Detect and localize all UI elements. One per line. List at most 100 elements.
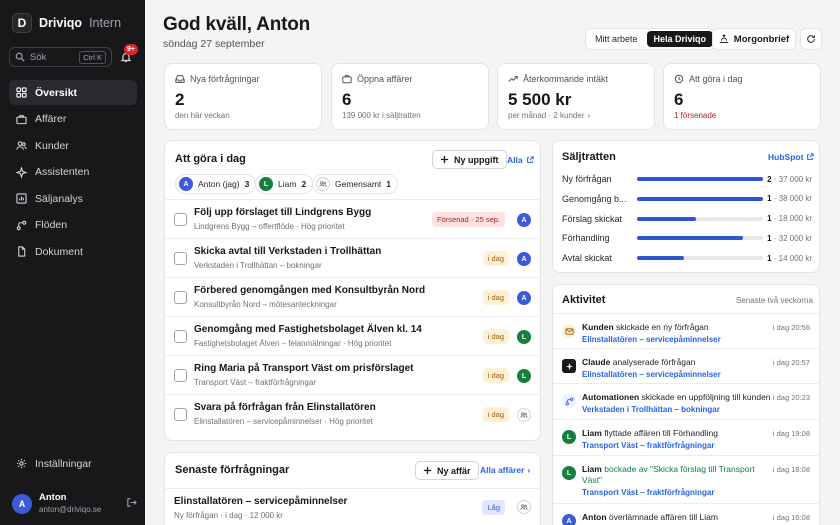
funnel-bar-track <box>637 177 763 181</box>
sidebar-item-saljanalys[interactable]: Säljanalys <box>9 186 137 211</box>
task-subtitle: Elinstallatören – servicepåminnelser · H… <box>194 417 373 426</box>
activity-item[interactable]: A Anton överlämnade affären till Liam i … <box>552 503 820 525</box>
brand-name: Driviqo <box>39 16 83 30</box>
activity-link[interactable]: Transport Väst – fraktförfrågningar <box>582 441 714 450</box>
logout-button[interactable] <box>126 497 137 511</box>
activity-desc: skickade en ny förfrågan <box>616 322 709 332</box>
avatar: L <box>259 177 273 191</box>
external-link-icon <box>807 153 815 160</box>
sidebar-item-oversikt[interactable]: Översikt <box>9 80 137 105</box>
activity-link[interactable]: Elinstallatören – servicepåminnelser <box>582 335 721 344</box>
hubspot-link[interactable]: HubSpot <box>768 152 815 162</box>
sidebar-nav: Översikt Affärer Kunder Assistenten Sälj… <box>9 80 137 266</box>
sidebar-item-label: Flöden <box>35 219 68 231</box>
all-deals-label: Alla affärer <box>480 465 525 475</box>
users-icon <box>520 412 528 418</box>
stat-value: 2 <box>175 90 185 109</box>
chip-count: 2 <box>301 179 307 189</box>
activity-item[interactable]: Kunden skickade en ny förfrågan Elinstal… <box>552 313 820 348</box>
new-deal-button[interactable]: Ny affär <box>415 461 479 480</box>
stat-card-open-deals[interactable]: Öppna affärer 6 139 000 kr i säljtratten <box>331 63 489 130</box>
task-title: Genomgång med Fastighetsbolaget Älven kl… <box>194 324 422 335</box>
funnel-stage-label: Ny förfrågan <box>562 174 612 184</box>
task-row[interactable]: Ring Maria på Transport Väst om prisförs… <box>164 355 541 394</box>
shared-assignee-avatar <box>517 500 531 514</box>
search-input[interactable]: Sök Ctrl K <box>9 47 112 67</box>
funnel-stage-row[interactable]: Förslag skickat 1 · 18 000 kr <box>562 212 812 226</box>
sidebar-item-kunder[interactable]: Kunder <box>9 133 137 158</box>
toggle-mitt-arbete[interactable]: Mitt arbete <box>588 31 645 47</box>
activity-link[interactable]: Verkstaden i Trollhättan – bokningar <box>582 405 720 414</box>
task-checkbox[interactable] <box>174 213 187 226</box>
activity-text: Anton överlämnade affären till Liam <box>582 512 772 523</box>
activity-time: i dag 20:56 <box>772 323 810 332</box>
due-badge: i dag <box>482 329 509 344</box>
chevron-right-icon: › <box>587 111 591 120</box>
task-row[interactable]: Skicka avtal till Verkstaden i Trollhätt… <box>164 238 541 277</box>
stat-card-todo-today[interactable]: Att göra i dag 6 1 försenade <box>663 63 821 130</box>
stat-sub: per månad · 2 kunder <box>508 111 585 120</box>
activity-item[interactable]: Automationen skickade en uppföljning til… <box>552 383 820 419</box>
brand[interactable]: D Driviqo Intern <box>12 12 121 34</box>
all-tasks-link[interactable]: Alla <box>507 155 534 165</box>
new-task-button[interactable]: Ny uppgift <box>432 150 507 169</box>
page-date: söndag 27 september <box>163 38 265 50</box>
chip-label: Liam <box>278 179 297 189</box>
stat-card-recurring-revenue[interactable]: Återkommande intäkt 5 500 kr per månad ·… <box>497 63 655 130</box>
sidebar-item-installningar[interactable]: Inställningar <box>9 451 137 476</box>
activity-time: i dag 18:08 <box>772 465 810 474</box>
funnel-bar-track <box>637 256 763 261</box>
toggle-hela-driviqo[interactable]: Hela Driviqo <box>646 31 714 47</box>
task-checkbox[interactable] <box>174 369 187 382</box>
due-badge: i dag <box>482 407 509 422</box>
activity-link[interactable]: Transport Väst – fraktförfrågningar <box>582 488 714 497</box>
funnel-stage-row[interactable]: Ny förfrågan 2 · 37 000 kr <box>562 172 812 186</box>
stat-value: 6 <box>674 90 684 109</box>
filter-chip-gemensamt[interactable]: Gemensamt 1 <box>312 174 399 194</box>
task-checkbox[interactable] <box>174 252 187 265</box>
chip-label: Anton (jag) <box>198 179 240 189</box>
funnel-stage-row[interactable]: Avtal skickat 1 · 14 000 kr <box>562 251 812 265</box>
activity-link[interactable]: Elinstallatören – servicepåminnelser <box>582 370 721 379</box>
filter-chip-liam[interactable]: L Liam 2 <box>255 174 314 194</box>
sidebar-item-label: Säljanalys <box>35 192 83 205</box>
refresh-button[interactable] <box>800 28 822 50</box>
task-row[interactable]: Följ upp förslaget till Lindgrens Bygg L… <box>164 199 541 238</box>
users-icon <box>520 504 528 510</box>
activity-text: Claude analyserade förfrågan <box>582 357 772 368</box>
activity-desc: analyserade förfrågan <box>612 357 696 367</box>
sidebar-item-assistenten[interactable]: Assistenten <box>9 160 137 185</box>
activity-item[interactable]: L Liam flyttade affären till Förhandling… <box>552 419 820 455</box>
activity-actor: Anton <box>582 512 607 522</box>
funnel-stage-row[interactable]: Förhandling 1 · 32 000 kr <box>562 231 812 245</box>
morgonbrief-button[interactable]: Morgonbrief <box>712 28 796 50</box>
task-row[interactable]: Genomgång med Fastighetsbolaget Älven kl… <box>164 316 541 355</box>
filter-chip-anton[interactable]: A Anton (jag) 3 <box>175 174 257 194</box>
sidebar-item-floden[interactable]: Flöden <box>9 213 137 238</box>
refresh-icon <box>807 35 815 43</box>
task-row[interactable]: Svara på förfrågan från Elinstallatören … <box>164 394 541 433</box>
sidebar-item-affarer[interactable]: Affärer <box>9 107 137 132</box>
avatar: A <box>179 177 193 191</box>
task-checkbox[interactable] <box>174 291 187 304</box>
funnel-bar-track <box>637 216 763 221</box>
funnel-stage-row[interactable]: Genomgång b... 1 · 38 000 kr <box>562 192 812 206</box>
task-checkbox[interactable] <box>174 330 187 343</box>
task-subtitle: Verkstaden i Trollhättan – bokningar <box>194 261 322 270</box>
stat-card-new-requests[interactable]: Nya förfrågningar 2 den här veckan <box>164 63 322 130</box>
task-row[interactable]: Förbered genomgången med Konsultbyrån No… <box>164 277 541 316</box>
activity-item[interactable]: L Liam bockade av "Skicka förslag till T… <box>552 455 820 503</box>
users-icon <box>319 181 327 187</box>
task-checkbox[interactable] <box>174 408 187 421</box>
user-profile[interactable]: A Anton anton@driviqo.se <box>12 492 137 516</box>
activity-item[interactable]: Claude analyserade förfrågan Elinstallat… <box>552 348 820 383</box>
request-row[interactable]: Elinstallatören – servicepåminnelser Ny … <box>164 488 541 524</box>
activity-text: Automationen skickade en uppföljning til… <box>582 392 772 403</box>
logout-icon <box>127 498 137 507</box>
task-title: Förbered genomgången med Konsultbyrån No… <box>194 285 426 296</box>
all-deals-link[interactable]: Alla affärer › <box>480 465 530 475</box>
activity-actor: Liam <box>582 428 602 438</box>
priority-badge: Låg <box>482 500 505 515</box>
activity-actor: Claude <box>582 357 611 367</box>
sidebar-item-dokument[interactable]: Dokument <box>9 239 137 264</box>
